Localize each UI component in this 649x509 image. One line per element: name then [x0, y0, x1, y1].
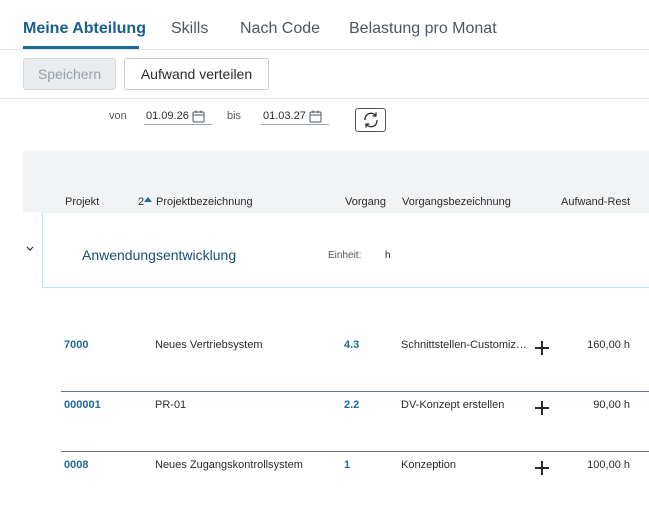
unit-value: h [385, 250, 391, 261]
project-name: Neues Zugangskontrollsystem [155, 459, 303, 471]
refresh-button[interactable] [355, 108, 386, 132]
column-header-projektbezeichnung[interactable]: Projektbezeichnung [156, 196, 253, 208]
task-link[interactable]: 1 [344, 459, 350, 471]
to-date-field[interactable]: 01.03.27 [261, 108, 329, 125]
effort-remaining: 90,00 h [593, 399, 630, 411]
row-divider [61, 391, 649, 392]
calendar-icon[interactable] [309, 110, 322, 123]
task-link[interactable]: 4.3 [344, 339, 359, 351]
tab-nach-code[interactable]: Nach Code [240, 20, 320, 38]
sort-ascending-icon [144, 197, 152, 202]
task-name: DV-Konzept erstellen [401, 399, 505, 411]
refresh-icon [363, 112, 378, 128]
project-link[interactable]: 0008 [64, 459, 88, 471]
project-name: PR-01 [155, 399, 187, 411]
column-header-projekt[interactable]: Projekt [65, 196, 99, 208]
toolbar-divider [0, 98, 649, 99]
add-icon[interactable] [535, 401, 549, 415]
column-header-aufwand-rest[interactable]: Aufwand-Rest [561, 196, 630, 208]
from-label: von [109, 110, 127, 122]
task-name: Schnittstellen-Customizi… [401, 339, 529, 351]
effort-remaining: 100,00 h [587, 459, 630, 471]
chevron-down-icon[interactable] [25, 245, 35, 253]
tab-meine-abteilung[interactable]: Meine Abteilung [23, 20, 146, 38]
from-date-field[interactable]: 01.09.26 [144, 108, 212, 125]
add-icon[interactable] [535, 341, 549, 355]
active-tab-indicator [23, 46, 139, 49]
tab-belastung-pro-monat[interactable]: Belastung pro Monat [349, 20, 497, 38]
row-divider [61, 451, 649, 452]
distribute-effort-button[interactable]: Aufwand verteilen [124, 58, 269, 90]
calendar-icon[interactable] [192, 110, 205, 123]
tab-bar: Meine Abteilung Skills Nach Code Belastu… [0, 0, 649, 50]
group-name: Anwendungsentwicklung [82, 247, 237, 263]
from-date-value: 01.09.26 [146, 110, 189, 122]
table-header [23, 151, 649, 212]
tab-skills[interactable]: Skills [171, 20, 208, 38]
column-header-vorgang[interactable]: Vorgang [345, 196, 386, 208]
column-header-vorgangsbezeichnung[interactable]: Vorgangsbezeichnung [402, 196, 511, 208]
project-name: Neues Vertriebsystem [155, 339, 263, 351]
save-button[interactable]: Speichern [23, 58, 116, 90]
add-icon[interactable] [535, 461, 549, 475]
project-link[interactable]: 7000 [64, 339, 88, 351]
task-name: Konzeption [401, 459, 457, 471]
to-label: bis [227, 110, 242, 122]
effort-remaining: 160,00 h [587, 339, 630, 351]
task-link[interactable]: 2.2 [344, 399, 359, 411]
unit-label: Einheit: [328, 250, 362, 261]
to-date-value: 01.03.27 [263, 110, 306, 122]
project-link[interactable]: 000001 [64, 399, 101, 411]
